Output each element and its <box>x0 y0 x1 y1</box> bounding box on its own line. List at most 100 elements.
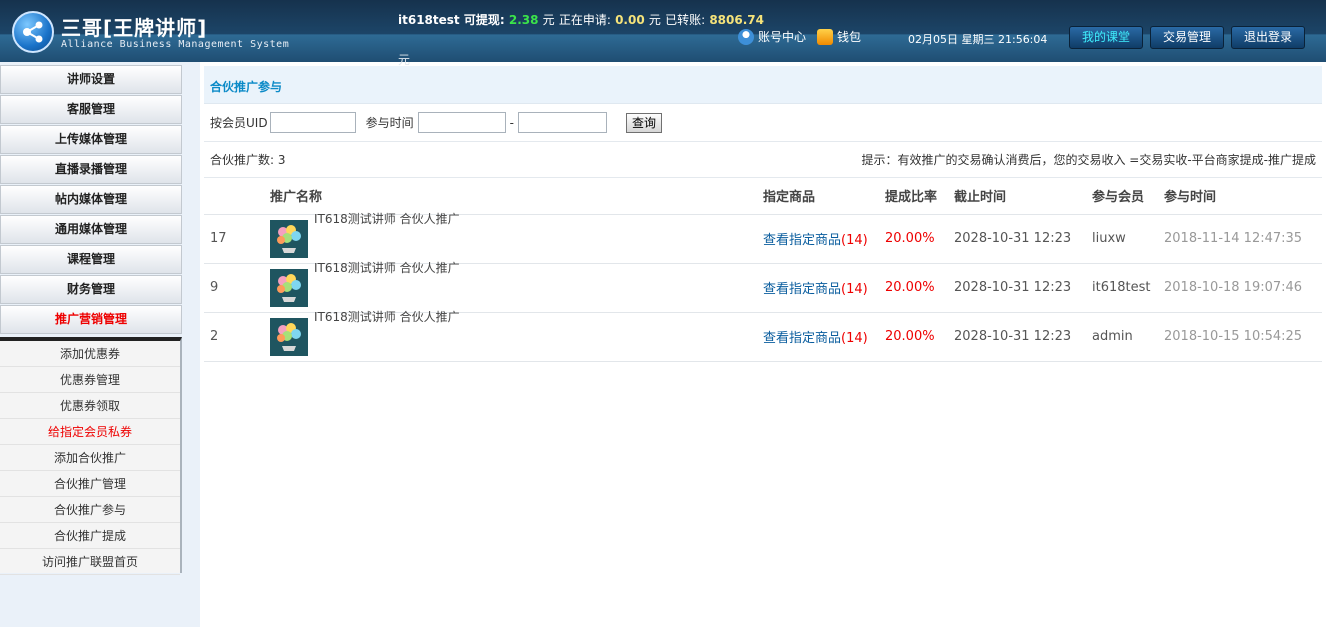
sidebar-item-post-media[interactable]: 帖内媒体管理 <box>0 185 182 214</box>
sidebar-item-upload-media[interactable]: 上传媒体管理 <box>0 125 182 154</box>
balance-summary: it618test 可提现: 2.38 元 正在申请: 0.00 元 已转账: … <box>398 11 764 67</box>
product-count: 14 <box>846 282 863 297</box>
submenu-item-coupon-management[interactable]: 优惠券管理 <box>0 367 180 393</box>
account-center-label: 账号中心 <box>758 30 807 44</box>
deadline: 2028-10-31 12:23 <box>954 214 1092 264</box>
promotion-name-cell: IT618测试讲师 合伙人推广 <box>270 310 763 362</box>
column-header: 参与时间 <box>1164 178 1322 215</box>
deadline: 2028-10-31 12:23 <box>954 312 1092 362</box>
promotion-submenu: 添加优惠券 优惠券管理 优惠券领取 给指定会员私券 添加合伙推广 合伙推广管理 … <box>0 337 182 575</box>
balance-user: it618test <box>398 13 460 27</box>
column-header <box>204 178 270 215</box>
count-value: 3 <box>277 153 286 167</box>
sidebar-item-courses[interactable]: 课程管理 <box>0 245 182 274</box>
commission-rate: 20.00% <box>885 214 954 264</box>
member: liuxw <box>1092 214 1164 264</box>
table-row: 9 IT618测试讲师 合伙人推广 查看指定商品(14) 20.00% 2028… <box>204 261 1322 313</box>
applying-label: 正在申请: <box>558 13 611 27</box>
join-time: 2018-10-15 10:54:25 <box>1164 312 1322 362</box>
app-title: 三哥[王牌讲师] <box>61 16 208 40</box>
submenu-item-coupon-claims[interactable]: 优惠券领取 <box>0 393 180 419</box>
sidebar: 讲师设置 客服管理 上传媒体管理 直播录播管理 帖内媒体管理 通用媒体管理 课程… <box>0 62 200 627</box>
view-products-link[interactable]: 查看指定商品 <box>763 331 841 346</box>
product-link-cell: 查看指定商品(14) <box>763 312 885 362</box>
logout-button[interactable]: 退出登录 <box>1231 26 1305 49</box>
app-subtitle: Alliance Business Management System <box>61 39 290 50</box>
column-header: 截止时间 <box>954 178 1092 215</box>
commission-rate: 20.00% <box>885 263 954 313</box>
user-icon <box>738 28 754 45</box>
row-id: 9 <box>204 263 270 313</box>
submenu-item-affiliate-home[interactable]: 访问推广联盟首页 <box>0 549 180 575</box>
sidebar-item-live-recording[interactable]: 直播录播管理 <box>0 155 182 184</box>
sidebar-item-promotion[interactable]: 推广营销管理 <box>0 305 182 334</box>
submenu-item-partner-promotion-participation[interactable]: 合伙推广参与 <box>0 497 180 523</box>
applying-amount: 0.00 <box>615 13 645 27</box>
top-header: 三哥[王牌讲师] Alliance Business Management Sy… <box>0 0 1326 67</box>
filter-bar: 按会员UID 参与时间 - 查询 <box>204 104 1322 142</box>
sidebar-item-lecturer-settings[interactable]: 讲师设置 <box>0 65 182 94</box>
member: admin <box>1092 312 1164 362</box>
wallet-icon <box>817 28 833 45</box>
column-header: 指定商品 <box>763 178 885 215</box>
submenu-item-add-partner-promotion[interactable]: 添加合伙推广 <box>0 445 180 471</box>
wallet-link[interactable]: 钱包 <box>817 28 861 45</box>
balloon-thumbnail-icon <box>270 268 308 307</box>
promotion-name: IT618测试讲师 合伙人推广 <box>314 260 460 275</box>
withdrawable-label: 可提现: <box>463 13 505 27</box>
info-bar: 合伙推广数: 3 提示：有效推广的交易确认消费后，您的交易收入 =交易实收-平台… <box>204 142 1322 178</box>
submenu-item-add-coupon[interactable]: 添加优惠券 <box>0 341 180 367</box>
product-link-cell: 查看指定商品(14) <box>763 263 885 313</box>
member: it618test <box>1092 263 1164 313</box>
yuan-unit: 元 <box>648 13 661 27</box>
yuan-unit: 元 <box>542 13 555 27</box>
tip-text: 提示：有效推广的交易确认消费后，您的交易收入 =交易实收-平台商家提成-推广提成 <box>861 153 1316 167</box>
view-products-link[interactable]: 查看指定商品 <box>763 282 841 297</box>
promotion-name-cell: IT618测试讲师 合伙人推广 <box>270 261 763 313</box>
view-products-link[interactable]: 查看指定商品 <box>763 233 841 248</box>
sidebar-item-customer-service[interactable]: 客服管理 <box>0 95 182 124</box>
table-row: 2 IT618测试讲师 合伙人推广 查看指定商品(14) 20.00% 2028… <box>204 310 1322 362</box>
commission-rate: 20.00% <box>885 312 954 362</box>
query-button[interactable]: 查询 <box>625 112 662 133</box>
account-center-link[interactable]: 账号中心 <box>738 28 806 45</box>
uid-label: 按会员UID <box>210 116 268 130</box>
sidebar-item-general-media[interactable]: 通用媒体管理 <box>0 215 182 244</box>
submenu-item-private-coupon[interactable]: 给指定会员私券 <box>0 419 180 445</box>
submenu-item-partner-promotion-commission[interactable]: 合伙推广提成 <box>0 523 180 549</box>
join-time: 2018-10-18 19:07:46 <box>1164 263 1322 313</box>
promotion-count: 合伙推广数: 3 <box>210 151 286 168</box>
main-content: 合伙推广参与 按会员UID 参与时间 - 查询 合伙推广数: 3 提示：有效推广… <box>204 66 1322 362</box>
current-datetime: 02月05日 星期三 21:56:04 <box>908 33 1048 46</box>
date-range-dash: - <box>509 115 514 130</box>
table-row: 17 IT618测试讲师 合伙人推广 查看指定商品(14) 20.00% 202… <box>204 212 1322 264</box>
join-time-label: 参与时间 <box>365 116 414 130</box>
column-header: 参与会员 <box>1092 178 1164 215</box>
deadline: 2028-10-31 12:23 <box>954 263 1092 313</box>
join-time: 2018-11-14 12:47:35 <box>1164 214 1322 264</box>
product-count: 14 <box>846 233 863 248</box>
promotion-name: IT618测试讲师 合伙人推广 <box>314 211 460 226</box>
join-time-from-input[interactable] <box>417 112 506 133</box>
wallet-label: 钱包 <box>837 30 862 44</box>
product-count: 14 <box>846 331 863 346</box>
sidebar-item-finance[interactable]: 财务管理 <box>0 275 182 304</box>
column-header: 提成比率 <box>885 178 954 215</box>
participation-table: 推广名称 指定商品 提成比率 截止时间 参与会员 参与时间 17 IT618测试… <box>204 178 1322 362</box>
balloon-thumbnail-icon <box>270 219 308 258</box>
logo-icon <box>12 11 54 53</box>
page-title: 合伙推广参与 <box>204 66 1322 104</box>
transferred-amount: 8806.74 <box>709 13 764 27</box>
uid-input[interactable] <box>269 112 356 133</box>
count-label: 合伙推广数: <box>210 153 275 167</box>
join-time-to-input[interactable] <box>517 112 607 133</box>
row-id: 2 <box>204 312 270 362</box>
transferred-label: 已转账: <box>665 13 706 27</box>
my-class-button[interactable]: 我的课堂 <box>1069 26 1143 49</box>
balloon-thumbnail-icon <box>270 317 308 356</box>
submenu-item-partner-promotion-management[interactable]: 合伙推广管理 <box>0 471 180 497</box>
withdrawable-amount: 2.38 <box>508 13 539 27</box>
trade-management-button[interactable]: 交易管理 <box>1150 26 1224 49</box>
promotion-name-cell: IT618测试讲师 合伙人推广 <box>270 212 763 264</box>
promotion-name: IT618测试讲师 合伙人推广 <box>314 309 460 324</box>
